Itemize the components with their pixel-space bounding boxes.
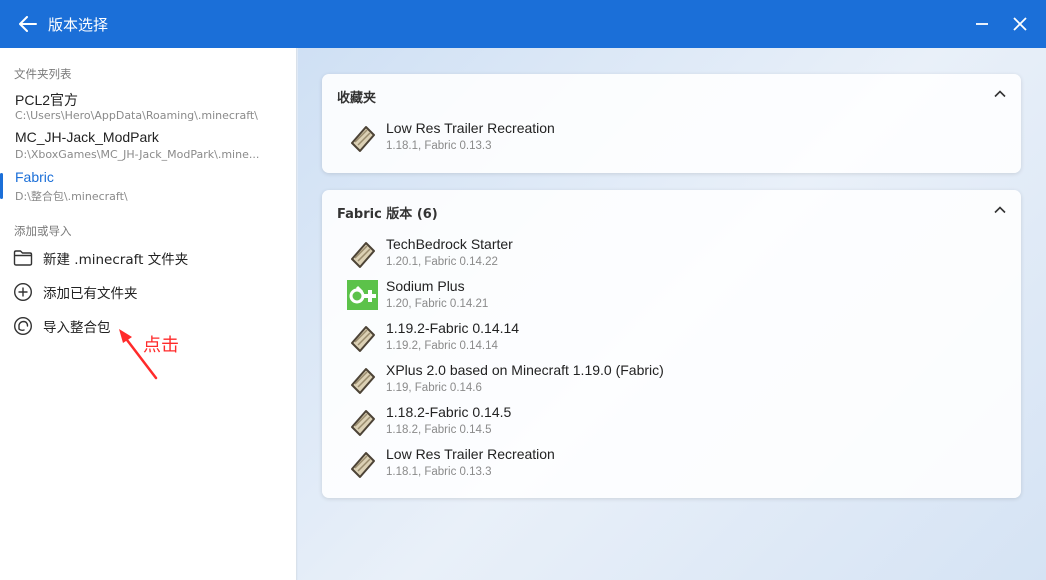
version-name: Sodium Plus bbox=[386, 278, 465, 294]
version-item[interactable]: 1.19.2-Fabric 0.14.14 1.19.2, Fabric 0.1… bbox=[346, 318, 996, 356]
version-detail: 1.19.2, Fabric 0.14.14 bbox=[386, 340, 498, 352]
collapse-chevron-icon[interactable] bbox=[993, 87, 1007, 101]
back-button[interactable] bbox=[17, 13, 39, 35]
plus-circle-icon bbox=[12, 281, 34, 303]
minimize-button[interactable] bbox=[970, 12, 994, 36]
fabric-icon bbox=[351, 126, 375, 152]
new-folder-button[interactable]: 新建 .minecraft 文件夹 bbox=[12, 245, 282, 271]
version-detail: 1.20, Fabric 0.14.21 bbox=[386, 298, 489, 310]
folder-item-pcl2[interactable]: PCL2官方 C:\Users\Hero\AppData\Roaming\.mi… bbox=[0, 90, 296, 128]
folder-icon bbox=[12, 247, 34, 269]
fabric-icon bbox=[351, 368, 375, 394]
action-label: 添加已有文件夹 bbox=[43, 286, 138, 302]
folder-item-modpark[interactable]: MC_JH-Jack_ModPark D:\XboxGames\MC_JH-Ja… bbox=[0, 129, 296, 167]
folders-section-label: 文件夹列表 bbox=[14, 67, 72, 81]
version-item[interactable]: 1.18.2-Fabric 0.14.5 1.18.2, Fabric 0.14… bbox=[346, 402, 996, 440]
sodium-icon bbox=[347, 280, 378, 310]
minimize-icon bbox=[976, 23, 988, 25]
version-name: Low Res Trailer Recreation bbox=[386, 446, 555, 462]
main-panel: 收藏夹 Low Res Trailer Recreation 1.18.1, F… bbox=[298, 48, 1046, 580]
folder-item-fabric[interactable]: Fabric D:\整合包\.minecraft\ bbox=[0, 169, 296, 207]
card-title: Fabric 版本 (6) bbox=[337, 207, 438, 222]
actions-section-label: 添加或导入 bbox=[14, 224, 72, 238]
version-item[interactable]: TechBedrock Starter 1.20.1, Fabric 0.14.… bbox=[346, 234, 996, 272]
version-name: 1.19.2-Fabric 0.14.14 bbox=[386, 320, 520, 336]
version-item[interactable]: XPlus 2.0 based on Minecraft 1.19.0 (Fab… bbox=[346, 360, 996, 398]
fabric-icon bbox=[351, 242, 375, 268]
annotation-label: 点击 bbox=[143, 335, 179, 356]
import-package-icon bbox=[12, 315, 34, 337]
version-name: XPlus 2.0 based on Minecraft 1.19.0 (Fab… bbox=[386, 362, 664, 378]
collapse-chevron-icon[interactable] bbox=[993, 203, 1007, 217]
version-item[interactable]: Low Res Trailer Recreation 1.18.1, Fabri… bbox=[346, 444, 996, 482]
version-detail: 1.18.1, Fabric 0.13.3 bbox=[386, 466, 492, 478]
folder-name: MC_JH-Jack_ModPark bbox=[15, 129, 159, 145]
window-title: 版本选择 bbox=[48, 15, 109, 34]
version-name: Low Res Trailer Recreation bbox=[386, 120, 555, 136]
version-name: 1.18.2-Fabric 0.14.5 bbox=[386, 404, 512, 420]
version-detail: 1.19, Fabric 0.14.6 bbox=[386, 382, 482, 394]
sidebar: 文件夹列表 PCL2官方 C:\Users\Hero\AppData\Roami… bbox=[0, 48, 297, 580]
folder-name: PCL2官方 bbox=[15, 92, 79, 108]
version-detail: 1.18.1, Fabric 0.13.3 bbox=[386, 140, 492, 152]
folder-name: Fabric bbox=[15, 169, 54, 185]
fabric-icon bbox=[351, 410, 375, 436]
version-detail: 1.20.1, Fabric 0.14.22 bbox=[386, 256, 498, 268]
folder-path: C:\Users\Hero\AppData\Roaming\.minecraft… bbox=[15, 109, 258, 122]
close-button[interactable] bbox=[1008, 12, 1032, 36]
action-label: 导入整合包 bbox=[43, 320, 111, 336]
active-indicator bbox=[0, 173, 3, 199]
folder-path: D:\整合包\.minecraft\ bbox=[15, 190, 128, 203]
title-bar: 版本选择 bbox=[0, 0, 1046, 48]
fabric-icon bbox=[351, 452, 375, 478]
folder-path: D:\XboxGames\MC_JH-Jack_ModPark\.mine... bbox=[15, 148, 260, 161]
card-title: 收藏夹 bbox=[337, 91, 377, 106]
version-item[interactable]: Sodium Plus 1.20, Fabric 0.14.21 bbox=[346, 276, 996, 314]
back-arrow-icon bbox=[19, 16, 37, 32]
fabric-versions-card: Fabric 版本 (6) TechBedrock Starter 1.20.1… bbox=[322, 190, 1021, 498]
version-name: TechBedrock Starter bbox=[386, 236, 513, 252]
action-label: 新建 .minecraft 文件夹 bbox=[43, 252, 189, 268]
add-existing-folder-button[interactable]: 添加已有文件夹 bbox=[12, 279, 282, 305]
version-item[interactable]: Low Res Trailer Recreation 1.18.1, Fabri… bbox=[346, 118, 996, 156]
close-icon bbox=[1013, 17, 1027, 31]
favorites-card: 收藏夹 Low Res Trailer Recreation 1.18.1, F… bbox=[322, 74, 1021, 173]
version-detail: 1.18.2, Fabric 0.14.5 bbox=[386, 424, 492, 436]
fabric-icon bbox=[351, 326, 375, 352]
